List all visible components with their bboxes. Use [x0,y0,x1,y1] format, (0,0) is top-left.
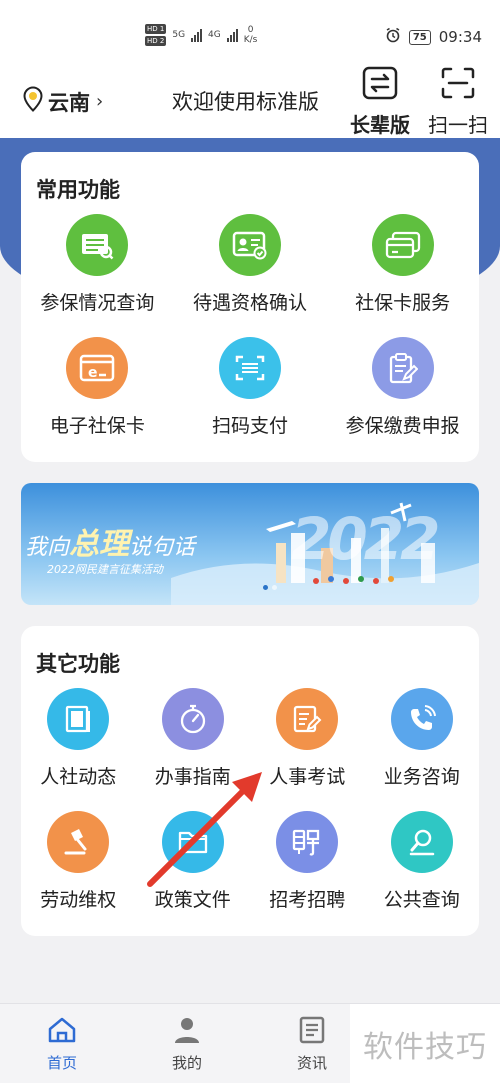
carousel-dots [263,585,277,590]
scan-code-icon [218,337,281,399]
welcome-text: 欢迎使用标准版 [172,90,319,114]
tile-label: 政策文件 [154,889,231,911]
banner-subtitle: 2022网民建言征集活动 [47,563,163,576]
search-person-icon [390,811,453,873]
location-selector[interactable]: 云南 › [22,86,103,117]
signal-2-icon [226,28,238,42]
tile-label: 社保卡服务 [355,292,451,314]
scan-label: 扫一扫 [428,113,488,137]
svg-text:e: e [88,365,98,381]
nav-news-label: 资讯 [296,1054,327,1072]
hd2-badge: HD 2 [145,36,167,46]
func-recruitment[interactable]: 招考招聘 [250,811,365,912]
hd1-badge: HD 1 [145,24,167,34]
common-functions-grid: 参保情况查询 待遇资格确认 社保卡服务 e 电子社保卡 扫码支付 参保缴费申报 [21,214,479,438]
nav-mine[interactable]: 我的 [147,1016,227,1073]
func-benefit-qualification[interactable]: 待遇资格确认 [174,214,327,315]
document-list-icon [66,214,129,276]
tile-label: 扫码支付 [211,415,288,437]
tile-label: 招考招聘 [269,889,346,911]
func-social-card-service[interactable]: 社保卡服务 [326,214,479,315]
tile-label: 人社动态 [40,766,117,788]
banner-year: 2022 [291,505,440,573]
switch-arrows-icon [362,66,398,105]
scan-icon [440,66,476,105]
nav-home[interactable]: 首页 [22,1016,102,1073]
nav-news[interactable]: 资讯 [272,1016,352,1073]
func-policy-documents[interactable]: 政策文件 [136,811,251,912]
other-functions-card: 其它功能 人社动态 办事指南 人事考试 业务咨询 劳动维权 政策文件 招考招聘 … [21,626,479,936]
elder-mode-label: 长辈版 [350,113,410,137]
compass-icon [161,688,224,750]
user-icon [172,1016,202,1048]
network-speed: 0 K/s [243,25,258,45]
location-pin-icon [22,86,44,117]
tile-label: 参保缴费申报 [345,415,460,437]
tile-label: 办事指南 [154,766,231,788]
battery-level: 75 [408,29,431,45]
nav-mine-label: 我的 [171,1054,202,1072]
banner-title: 我向总理说句话 [25,527,196,562]
folder-icon [161,811,224,873]
func-service-guide[interactable]: 办事指南 [136,688,251,789]
hire-icon [276,811,339,873]
scan-button[interactable]: 扫一扫 [428,66,488,138]
tile-label: 公共查询 [383,889,460,911]
app-header: 云南 › 欢迎使用标准版 长辈版 扫一扫 [0,60,500,140]
bank-card-icon [371,214,434,276]
func-personnel-exam[interactable]: 人事考试 [250,688,365,789]
bottom-navigation: 首页 我的 资讯 软件技巧 [0,1003,500,1083]
other-functions-title: 其它功能 [36,652,120,676]
signal-1-icon [191,28,203,42]
func-labor-rights[interactable]: 劳动维权 [21,811,136,912]
chevron-right-icon: › [96,91,104,112]
tile-label: 电子社保卡 [49,415,145,437]
phone-icon [390,688,453,750]
id-card-check-icon [218,214,281,276]
func-electronic-social-card[interactable]: e 电子社保卡 [21,337,174,438]
func-hr-news[interactable]: 人社动态 [21,688,136,789]
carousel-dot-active[interactable] [263,585,268,590]
gavel-icon [47,811,110,873]
other-functions-grid: 人社动态 办事指南 人事考试 业务咨询 劳动维权 政策文件 招考招聘 公共查询 [21,688,479,912]
carousel-dot[interactable] [272,585,277,590]
func-contribution-declaration[interactable]: 参保缴费申报 [326,337,479,438]
network-4g-label: 4G [208,30,221,40]
network-5g-label: 5G [172,30,186,40]
tile-label: 参保情况查询 [40,292,155,314]
common-functions-title: 常用功能 [36,178,120,202]
promo-banner[interactable]: 2022 我向总理说句话 2022网民建言征集活动 [21,483,479,605]
nav-home-label: 首页 [46,1054,77,1072]
exam-pen-icon [276,688,339,750]
tile-label: 业务咨询 [383,766,460,788]
watermark: 软件技巧 [350,1004,500,1083]
e-card-icon: e [66,337,129,399]
func-scan-pay[interactable]: 扫码支付 [174,337,327,438]
func-public-query[interactable]: 公共查询 [365,811,480,912]
news-icon [297,1016,327,1048]
location-label: 云南 [48,90,90,115]
tile-label: 人事考试 [269,766,346,788]
elder-mode-button[interactable]: 长辈版 [350,66,410,138]
func-insurance-status[interactable]: 参保情况查询 [21,214,174,315]
func-business-consult[interactable]: 业务咨询 [365,688,480,789]
tile-label: 劳动维权 [40,889,117,911]
clipboard-edit-icon [371,337,434,399]
alarm-icon [385,27,401,47]
home-icon [47,1016,77,1048]
network-indicators: HD 1 HD 2 5G 4G 0 K/s [145,24,257,46]
tile-label: 待遇资格确认 [192,292,307,314]
newspaper-icon [47,688,110,750]
clock: 09:34 [438,28,482,46]
common-functions-card: 常用功能 参保情况查询 待遇资格确认 社保卡服务 e 电子社保卡 扫码支付 参保… [21,152,479,462]
